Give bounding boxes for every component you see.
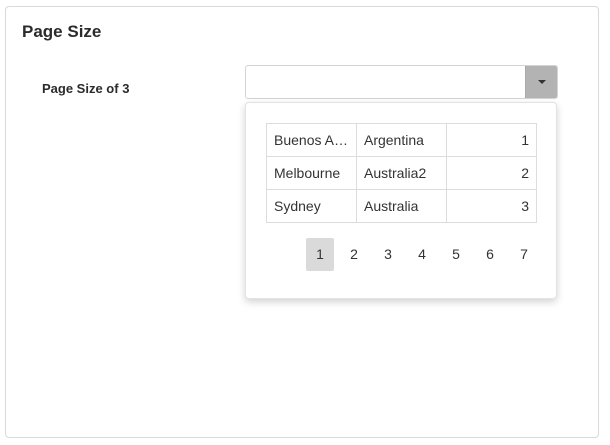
grid-cell-city: Melbourne [266,156,357,190]
page-button-4[interactable]: 4 [408,238,436,271]
grid-cell-country: Australia [356,189,447,223]
grid-cell-id: 2 [446,156,538,190]
grid-cell-city: Buenos A… [266,123,357,157]
page-button-3[interactable]: 3 [374,238,402,271]
page-size-combobox[interactable] [245,65,558,99]
grid-cell-id: 1 [446,123,538,157]
page-size-label: Page Size of 3 [42,81,130,96]
grid-row[interactable]: Sydney Australia 3 [266,189,538,223]
grid-cell-country: Australia2 [356,156,447,190]
chevron-down-icon [537,80,546,84]
grid-cell-country: Argentina [356,123,447,157]
grid-cell-id: 3 [446,189,538,223]
pager: 1 2 3 4 5 6 7 [306,238,538,271]
page-button-6[interactable]: 6 [476,238,504,271]
page-button-1[interactable]: 1 [306,238,334,271]
combobox-input[interactable] [246,66,522,98]
dropdown-popup: Buenos A… Argentina 1 Melbourne Australi… [245,102,557,299]
dropdown-button[interactable] [525,66,557,98]
page-button-7[interactable]: 7 [510,238,538,271]
grid-cell-city: Sydney [266,189,357,223]
grid-row[interactable]: Melbourne Australia2 2 [266,156,538,190]
dropdown-grid: Buenos A… Argentina 1 Melbourne Australi… [266,123,538,223]
grid-row[interactable]: Buenos A… Argentina 1 [266,123,538,157]
page-button-5[interactable]: 5 [442,238,470,271]
panel-title: Page Size [22,22,102,41]
page-button-2[interactable]: 2 [340,238,368,271]
